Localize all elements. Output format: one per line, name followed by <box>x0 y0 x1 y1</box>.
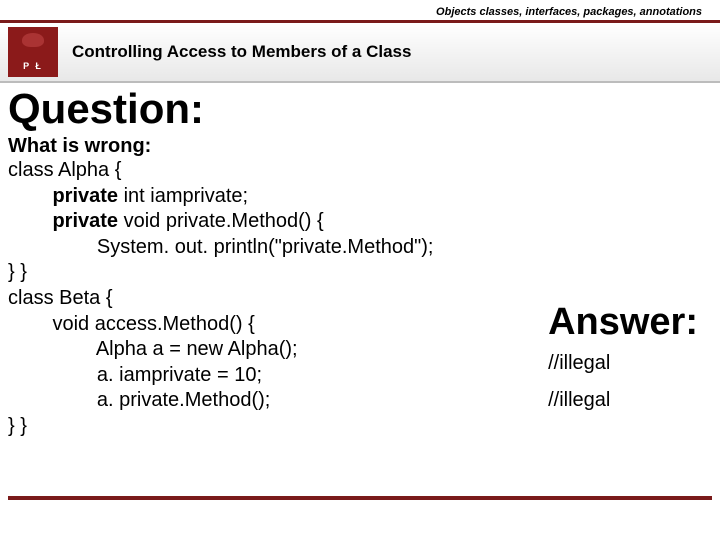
footer-rule <box>8 496 712 500</box>
question-heading: Question: <box>8 85 712 133</box>
code-text: Alpha a = new Alpha(); <box>96 338 298 360</box>
code-line: class Alpha { <box>8 159 121 181</box>
code-text: } } <box>8 415 27 437</box>
page-title: Controlling Access to Members of a Class <box>72 42 411 62</box>
code-text: System. out. println("private.Method"); <box>97 236 434 258</box>
code-text: a. private.Method(); <box>97 389 270 411</box>
code-keyword: private <box>52 210 118 232</box>
code-text: int iamprivate; <box>118 185 248 207</box>
code-text: class Beta { <box>8 287 113 309</box>
code-text: a. iamprivate = 10; <box>97 364 262 386</box>
logo-letters: P Ł <box>23 61 43 71</box>
answer-box: Answer: //illegal //illegal <box>548 301 698 426</box>
code-text: } } <box>8 261 27 283</box>
title-row: P Ł Controlling Access to Members of a C… <box>0 23 720 81</box>
code-text: void access.Method() { <box>52 313 254 335</box>
code-text: void private.Method() { <box>118 210 324 232</box>
question-prompt: What is wrong: <box>8 135 712 158</box>
header-topic: Objects classes, interfaces, packages, a… <box>0 0 720 20</box>
answer-note: //illegal <box>548 389 698 412</box>
code-keyword: private <box>52 185 118 207</box>
answer-heading: Answer: <box>548 301 698 344</box>
answer-note: //illegal <box>548 352 698 375</box>
university-logo: P Ł <box>8 27 58 77</box>
slide-content: Question: What is wrong: class Alpha { p… <box>0 83 720 440</box>
